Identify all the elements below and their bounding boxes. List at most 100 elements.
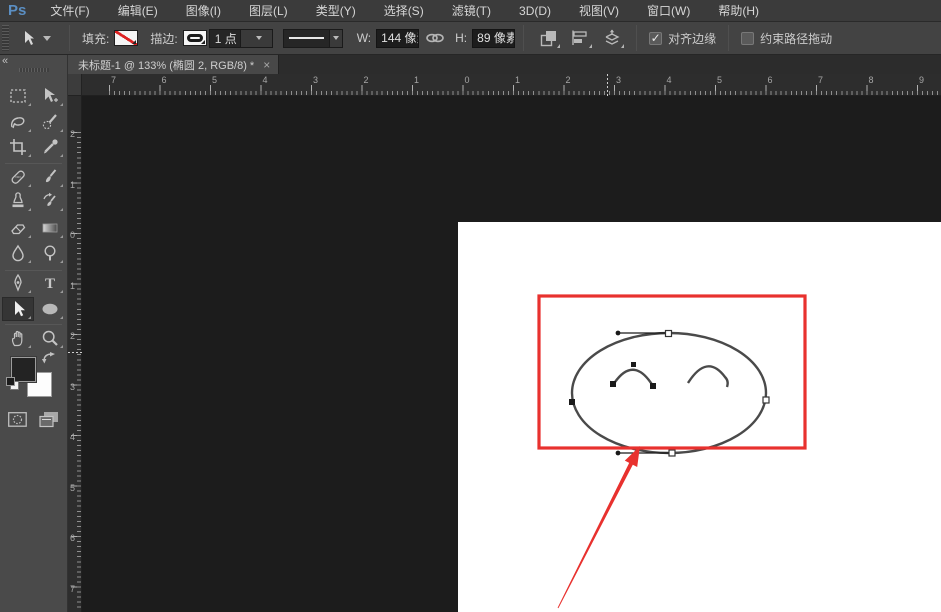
height-label: H: (455, 31, 467, 45)
ruler-number: 3 (70, 382, 75, 392)
menu-item-7[interactable]: 3D(D) (505, 0, 565, 22)
anchor-point-selected[interactable] (569, 399, 575, 405)
path-selection-tool[interactable] (3, 298, 33, 320)
menu-item-3[interactable]: 图层(L) (235, 0, 302, 22)
path-arrangement-button[interactable] (600, 27, 624, 49)
fill-label: 填充: (82, 30, 109, 47)
panel-drag-handle[interactable] (19, 68, 49, 72)
marquee-icon (8, 86, 28, 106)
quick-selection-tool[interactable] (35, 111, 65, 133)
direction-handle-point[interactable] (616, 451, 621, 456)
ellipse-shape-path[interactable] (572, 333, 766, 453)
pathselect-icon (8, 299, 28, 319)
tool-group-divider (5, 324, 62, 325)
svg-text:T: T (45, 276, 55, 292)
tool-preset-picker[interactable] (21, 30, 51, 46)
brush-tool[interactable] (35, 166, 65, 188)
collapse-panel-icon[interactable]: « (2, 55, 8, 67)
menu-item-2[interactable]: 图像(I) (172, 0, 235, 22)
screen-mode-icon[interactable] (39, 411, 59, 428)
ruler-number: 1 (70, 281, 75, 291)
menu-item-6[interactable]: 滤镜(T) (438, 0, 505, 22)
spot-healing-brush-tool[interactable] (3, 166, 33, 188)
right-eyebrow-path[interactable] (688, 366, 728, 387)
shape-height-input[interactable]: 89 像素 (472, 29, 515, 48)
options-bar-grip[interactable] (2, 25, 9, 51)
ellipse-tool[interactable] (35, 298, 65, 320)
canvas-viewport[interactable] (82, 96, 941, 612)
menu-item-5[interactable]: 选择(S) (370, 0, 438, 22)
anchor-point[interactable] (666, 331, 672, 337)
anchor-point[interactable] (763, 397, 769, 403)
path-selection-cursor-icon (21, 30, 37, 46)
document-tab[interactable]: 未标题-1 @ 133% (椭圆 2, RGB/8) * × (68, 55, 279, 74)
swap-colors-icon[interactable] (42, 352, 56, 365)
ruler-number: 5 (717, 75, 722, 85)
stroke-style-dropdown[interactable] (283, 29, 343, 48)
left-eyebrow-path[interactable] (613, 370, 653, 386)
menu-item-1[interactable]: 编辑(E) (104, 0, 172, 22)
blur-tool[interactable] (3, 242, 33, 264)
constrain-path-drag-checkbox[interactable] (741, 32, 754, 45)
stroke-label: 描边: (150, 30, 177, 47)
clone-stamp-tool[interactable] (3, 190, 33, 212)
link-dimensions-icon[interactable] (425, 31, 445, 45)
stroke-width-dropdown[interactable]: 1 点 (209, 29, 273, 48)
align-edges-option[interactable]: ✓ 对齐边缘 (649, 30, 716, 47)
separator (69, 25, 70, 51)
ruler-number: 4 (263, 75, 268, 85)
direction-handle-point[interactable] (616, 331, 621, 336)
blur-icon (8, 243, 28, 263)
pen-tool[interactable] (3, 272, 33, 294)
stroke-color-swatch[interactable] (183, 30, 207, 46)
menu-item-10[interactable]: 帮助(H) (704, 0, 773, 22)
ruler-number: 7 (111, 75, 116, 85)
menu-bar: Ps 文件(F)编辑(E)图像(I)图层(L)类型(Y)选择(S)滤镜(T)3D… (0, 0, 941, 22)
solid-line-icon (289, 37, 324, 39)
lasso-tool[interactable] (3, 111, 33, 133)
history-brush-tool[interactable] (35, 190, 65, 212)
quick-mask-mode-icon[interactable] (8, 412, 27, 427)
rectangular-marquee-tool[interactable] (3, 85, 33, 107)
ruler-number: 0 (465, 75, 470, 85)
chevron-down-icon (43, 36, 51, 41)
anchor-point[interactable] (669, 450, 675, 456)
menu-item-9[interactable]: 窗口(W) (633, 0, 704, 22)
type-tool[interactable]: T (35, 272, 65, 294)
menu-item-8[interactable]: 视图(V) (565, 0, 633, 22)
align-edges-checkbox[interactable]: ✓ (649, 32, 662, 45)
ruler-number: 2 (70, 331, 75, 341)
document-tab-bar: 未标题-1 @ 133% (椭圆 2, RGB/8) * × (68, 55, 941, 74)
fill-color-swatch[interactable] (114, 30, 138, 46)
gradient-tool[interactable] (35, 217, 65, 239)
menu-item-0[interactable]: 文件(F) (36, 0, 103, 22)
anchor-point[interactable] (631, 362, 636, 367)
menu-item-4[interactable]: 类型(Y) (302, 0, 370, 22)
move-tool[interactable] (35, 85, 65, 107)
crop-icon (8, 137, 28, 157)
crop-tool[interactable] (3, 136, 33, 158)
hand-tool[interactable] (3, 327, 33, 349)
anchor-point[interactable] (610, 381, 616, 387)
chevron-down-icon[interactable] (240, 30, 272, 47)
eyedropper-tool[interactable] (35, 136, 65, 158)
shape-width-input[interactable]: 144 像素 (376, 29, 419, 48)
vertical-ruler[interactable]: 2101234567 (68, 96, 82, 612)
default-colors-icon[interactable] (6, 377, 19, 390)
zoom-tool[interactable] (35, 327, 65, 349)
dodge-tool[interactable] (35, 242, 65, 264)
ruler-number: 1 (414, 75, 419, 85)
anchor-point[interactable] (650, 383, 656, 389)
ruler-origin-corner[interactable] (68, 74, 82, 96)
path-alignment-button[interactable] (568, 27, 592, 49)
close-tab-icon[interactable]: × (263, 58, 270, 72)
ruler-number: 2 (566, 75, 571, 85)
constrain-path-drag-option[interactable]: 约束路径拖动 (741, 30, 832, 47)
ruler-number: 8 (869, 75, 874, 85)
ruler-number: 6 (162, 75, 167, 85)
horizontal-ruler[interactable]: 76543210123456789 (82, 74, 941, 96)
path-operations-button[interactable] (536, 27, 560, 49)
eraser-tool[interactable] (3, 217, 33, 239)
chevron-down-icon[interactable] (329, 30, 342, 47)
ruler-number: 7 (818, 75, 823, 85)
